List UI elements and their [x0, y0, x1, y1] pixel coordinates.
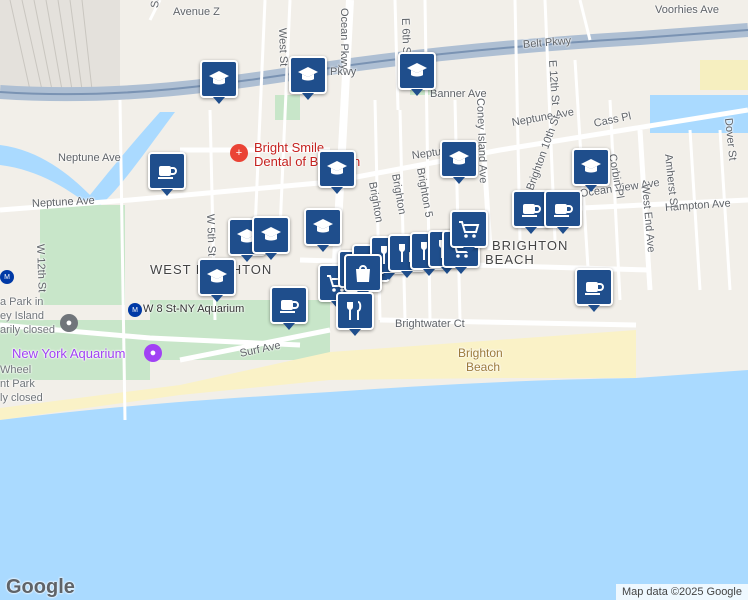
beach-label-beach: Beach — [466, 360, 501, 374]
street-label-voorhies-ave: Voorhies Ave — [655, 4, 720, 16]
poi-label-luna-park-2: ey Island — [0, 310, 45, 322]
cafe-icon — [519, 197, 543, 221]
street-label-w-5th-st: W 5th St — [204, 213, 218, 257]
school-marker[interactable] — [398, 52, 436, 96]
area-label-beach: BEACH — [485, 252, 535, 267]
map-basemap — [0, 0, 748, 600]
grocery-marker[interactable] — [450, 210, 488, 254]
cafe-marker[interactable] — [575, 268, 613, 312]
street-label-ocean-pkwy: Ocean Pkwy — [338, 8, 350, 70]
school-icon — [405, 59, 429, 83]
park-icon[interactable]: ● — [60, 314, 78, 332]
beach-label-brighton: Brighton — [458, 346, 503, 360]
school-marker[interactable] — [252, 216, 290, 260]
school-marker[interactable] — [289, 56, 327, 100]
street-label-brightwater-ct: Brightwater Ct — [395, 318, 465, 330]
cafe-icon — [551, 197, 575, 221]
cafe-icon — [582, 275, 606, 299]
street-label-avenue-z: Avenue Z — [173, 6, 220, 18]
aquarium-icon[interactable]: ● — [144, 344, 162, 362]
poi-label-wheel-2: nt Park — [0, 378, 35, 390]
school-icon — [207, 67, 231, 91]
medical-icon[interactable]: + — [230, 144, 248, 162]
school-icon — [579, 155, 603, 179]
school-marker[interactable] — [198, 258, 236, 302]
school-marker[interactable] — [572, 148, 610, 192]
poi-label-dental-1[interactable]: Bright Smile — [254, 140, 324, 155]
school-marker[interactable] — [440, 140, 478, 184]
poi-label-luna-park-1: a Park in — [0, 296, 44, 308]
map-canvas[interactable]: Avenue Z Voorhies Ave Belt Pkwy Pkwy Ban… — [0, 0, 748, 600]
poi-label-luna-park-3: arily closed — [0, 324, 56, 336]
school-icon — [325, 157, 349, 181]
subway-icon-west[interactable]: M — [0, 270, 14, 284]
subway-icon[interactable]: M — [128, 303, 142, 317]
school-marker[interactable] — [318, 150, 356, 194]
cafe-marker[interactable] — [148, 152, 186, 196]
cafe-icon — [155, 159, 179, 183]
poi-label-wheel-3: ly closed — [0, 392, 43, 404]
map-attribution[interactable]: Map data ©2025 Google — [615, 584, 748, 600]
street-label-neptune-ave-west: Neptune Ave — [58, 152, 121, 164]
grocery-icon — [457, 217, 481, 241]
area-label-brighton: BRIGHTON — [492, 238, 569, 253]
street-label-w-12th-st: W 12th St — [34, 243, 48, 293]
poi-label-station[interactable]: W 8 St-NY Aquarium — [143, 303, 244, 315]
restaurant-marker[interactable] — [336, 292, 374, 336]
shopping-icon — [351, 261, 375, 285]
cafe-marker[interactable] — [544, 190, 582, 234]
poi-label-aquarium[interactable]: New York Aquarium — [12, 346, 125, 361]
school-icon — [311, 215, 335, 239]
cafe-icon — [277, 293, 301, 317]
restaurant-icon — [343, 299, 367, 323]
school-icon — [259, 223, 283, 247]
poi-label-wheel-1: Wheel — [0, 364, 32, 376]
street-label-west-st: West St — [276, 27, 290, 67]
google-logo: Google — [6, 576, 75, 598]
school-marker[interactable] — [200, 60, 238, 104]
school-icon — [205, 265, 229, 289]
school-icon — [296, 63, 320, 87]
school-marker[interactable] — [304, 208, 342, 252]
school-icon — [447, 147, 471, 171]
cafe-marker[interactable] — [270, 286, 308, 330]
shopping-marker[interactable] — [344, 254, 382, 298]
